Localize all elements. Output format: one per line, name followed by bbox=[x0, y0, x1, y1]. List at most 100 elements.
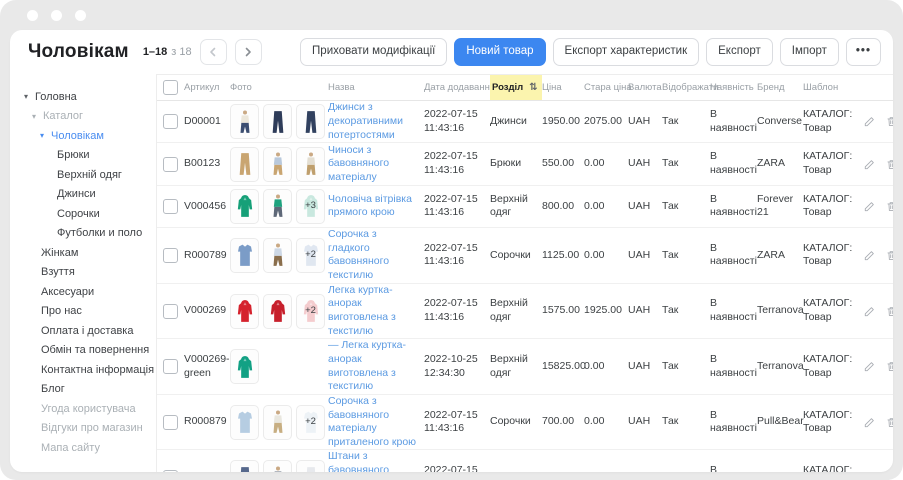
sidebar-item[interactable]: Обмін та повернення bbox=[15, 341, 156, 361]
sidebar-item[interactable]: Мапа сайту bbox=[15, 438, 156, 458]
product-photo[interactable] bbox=[263, 294, 292, 329]
edit-button[interactable] bbox=[863, 200, 876, 213]
product-name-link[interactable]: — Легка куртка-анорак виготовлена з текс… bbox=[328, 339, 406, 392]
column-header-price[interactable]: Ціна bbox=[542, 82, 584, 93]
sidebar-item[interactable]: Брюки bbox=[15, 146, 156, 166]
sidebar-item[interactable]: Аксесуари bbox=[15, 282, 156, 302]
product-photo[interactable] bbox=[296, 104, 325, 139]
new-product-button[interactable]: Новий товар bbox=[454, 38, 545, 66]
more-photos-badge[interactable]: +2 bbox=[296, 238, 325, 273]
window-titlebar bbox=[0, 0, 903, 30]
column-header-display[interactable]: Відображати bbox=[662, 82, 710, 93]
product-photo[interactable] bbox=[230, 104, 259, 139]
product-photo[interactable] bbox=[230, 147, 259, 182]
sidebar-item[interactable]: Жінкам bbox=[15, 243, 156, 263]
sidebar-item[interactable]: Контактна інформація bbox=[15, 360, 156, 380]
sidebar-item[interactable]: Сорочки bbox=[15, 204, 156, 224]
column-header-section[interactable]: Розділ⇅ bbox=[490, 75, 542, 100]
sidebar-item[interactable]: ▾Головна bbox=[15, 87, 156, 107]
hide-modifications-button[interactable]: Приховати модифікації bbox=[300, 38, 447, 66]
sidebar-item[interactable]: Відгуки про магазин bbox=[15, 419, 156, 439]
next-page-button[interactable] bbox=[235, 39, 262, 65]
column-header-availability[interactable]: Наявність bbox=[710, 82, 757, 93]
product-name-link[interactable]: Чоловіча вітрівка прямого крою bbox=[328, 193, 412, 219]
row-checkbox[interactable] bbox=[163, 359, 178, 374]
product-name-link[interactable]: Штани з бавовняного матеріалу прямого кр… bbox=[328, 450, 395, 472]
delete-button[interactable] bbox=[885, 416, 893, 429]
more-photos-badge[interactable]: +2 bbox=[296, 294, 325, 329]
row-checkbox[interactable] bbox=[163, 248, 178, 263]
column-header-date[interactable]: Дата додавання bbox=[424, 82, 490, 93]
row-checkbox[interactable] bbox=[163, 304, 178, 319]
sidebar-item[interactable]: Оплата і доставка bbox=[15, 321, 156, 341]
sidebar-item[interactable]: ▾Чоловікам bbox=[15, 126, 156, 146]
product-name-link[interactable]: Легка куртка-анорак виготовлена з тексти… bbox=[328, 284, 396, 337]
product-photo[interactable] bbox=[263, 238, 292, 273]
column-header-photo[interactable]: Фото bbox=[230, 82, 328, 93]
product-name-link[interactable]: Джинси з декоративними потертостями bbox=[328, 101, 403, 140]
product-photo[interactable] bbox=[263, 147, 292, 182]
product-sku: D00001 bbox=[184, 115, 230, 129]
product-photo[interactable] bbox=[230, 294, 259, 329]
delete-button[interactable] bbox=[885, 471, 893, 472]
sidebar-item[interactable]: Про нас bbox=[15, 302, 156, 322]
sidebar-item[interactable]: ▾Каталог bbox=[15, 107, 156, 127]
window-control-dot[interactable] bbox=[27, 10, 38, 21]
product-photo[interactable] bbox=[230, 349, 259, 384]
edit-button[interactable] bbox=[863, 158, 876, 171]
sidebar-item[interactable]: Угода користувача bbox=[15, 399, 156, 419]
sidebar-item[interactable]: Футболки и поло bbox=[15, 224, 156, 244]
row-checkbox[interactable] bbox=[163, 114, 178, 129]
row-checkbox[interactable] bbox=[163, 470, 178, 472]
delete-button[interactable] bbox=[885, 158, 893, 171]
sidebar-item[interactable]: Блог bbox=[15, 380, 156, 400]
product-name-link[interactable]: Чиноси з бавовняного матеріалу bbox=[328, 144, 389, 183]
column-header-sku[interactable]: Артикул bbox=[184, 82, 230, 93]
more-actions-button[interactable]: ••• bbox=[846, 38, 881, 66]
delete-button[interactable] bbox=[885, 115, 893, 128]
edit-button[interactable] bbox=[863, 360, 876, 373]
more-photos-badge[interactable]: +2 bbox=[296, 460, 325, 472]
product-photo[interactable] bbox=[230, 405, 259, 440]
sidebar-item[interactable]: Верхній одяг bbox=[15, 165, 156, 185]
product-photo[interactable] bbox=[263, 405, 292, 440]
row-checkbox[interactable] bbox=[163, 157, 178, 172]
delete-button[interactable] bbox=[885, 305, 893, 318]
column-header-old[interactable]: Стара ціна bbox=[584, 82, 628, 93]
product-photo[interactable] bbox=[230, 460, 259, 472]
column-header-template[interactable]: Шаблон bbox=[803, 82, 863, 93]
more-photos-badge[interactable]: +3 bbox=[296, 189, 325, 224]
sidebar-item[interactable]: Взуття bbox=[15, 263, 156, 283]
product-photo[interactable] bbox=[230, 189, 259, 224]
column-header-name[interactable]: Назва bbox=[328, 82, 424, 93]
window-control-dot[interactable] bbox=[75, 10, 86, 21]
product-photo[interactable] bbox=[230, 238, 259, 273]
sort-icon[interactable]: ⇅ bbox=[529, 82, 537, 93]
product-name-link[interactable]: Сорочка з гладкого бавовняного текстилю bbox=[328, 228, 389, 281]
import-button[interactable]: Імпорт bbox=[780, 38, 839, 66]
delete-button[interactable] bbox=[885, 200, 893, 213]
product-photo[interactable] bbox=[263, 460, 292, 472]
product-name-link[interactable]: Сорочка з бавовняного матеріалу притален… bbox=[328, 395, 416, 448]
product-photo[interactable] bbox=[296, 147, 325, 182]
window-control-dot[interactable] bbox=[51, 10, 62, 21]
export-button[interactable]: Експорт bbox=[706, 38, 773, 66]
edit-button[interactable] bbox=[863, 471, 876, 472]
export-characteristics-button[interactable]: Експорт характеристик bbox=[553, 38, 700, 66]
product-photo[interactable] bbox=[263, 189, 292, 224]
sidebar-item[interactable]: Джинси bbox=[15, 185, 156, 205]
more-photos-badge[interactable]: +2 bbox=[296, 405, 325, 440]
column-header-currency[interactable]: Валюта bbox=[628, 82, 662, 93]
product-photo[interactable] bbox=[263, 104, 292, 139]
edit-button[interactable] bbox=[863, 305, 876, 318]
delete-button[interactable] bbox=[885, 360, 893, 373]
row-checkbox[interactable] bbox=[163, 415, 178, 430]
edit-button[interactable] bbox=[863, 115, 876, 128]
prev-page-button[interactable] bbox=[200, 39, 227, 65]
select-all-checkbox[interactable] bbox=[163, 80, 178, 95]
delete-button[interactable] bbox=[885, 249, 893, 262]
edit-button[interactable] bbox=[863, 249, 876, 262]
edit-button[interactable] bbox=[863, 416, 876, 429]
column-header-brand[interactable]: Бренд bbox=[757, 82, 803, 93]
row-checkbox[interactable] bbox=[163, 199, 178, 214]
